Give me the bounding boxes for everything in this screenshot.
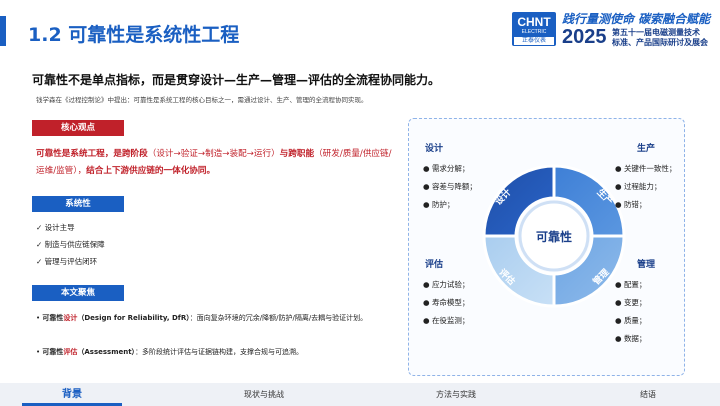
- conference-line-1: 第五十一届电磁测量技术: [612, 28, 700, 37]
- quote-text: 钱学森在《过程控制论》中提出：可靠性是系统工程的核心目标之一，需通过设计、生产、…: [36, 96, 368, 104]
- quad-item: ● 防护；: [423, 200, 455, 209]
- quad-item: ● 寿命模型；: [423, 298, 470, 307]
- title-accent-bar: [0, 16, 6, 46]
- quad-item: ● 变更；: [615, 298, 647, 307]
- systemic-tag: 系统性: [32, 196, 124, 212]
- quad-item: ● 防错；: [615, 200, 647, 209]
- focus-rest: ：面向复杂环境的冗余/降额/防护/隔离/去耦与验证计划。: [189, 314, 368, 322]
- focus-english: （Design for Reliability, DfR）: [77, 314, 190, 322]
- conference-year: 2025: [562, 26, 607, 48]
- focus-tag: 本文聚焦: [32, 285, 124, 301]
- core-part-1: 可靠性是系统工程，是跨阶段: [36, 149, 148, 159]
- tab-methods-practice[interactable]: 方法与实践: [396, 383, 516, 406]
- focus-prefix: 可靠性: [42, 348, 64, 356]
- quad-item: ● 关键件一致性；: [615, 164, 677, 173]
- chnt-logo: CHNT ELECTRIC 正泰仪表: [512, 12, 556, 46]
- quad-item: ● 质量；: [615, 316, 647, 325]
- logo-subtext: ELECTRIC: [521, 29, 547, 35]
- core-part-3: 与跨职能: [279, 149, 315, 159]
- conference-slogan: 践行量测使命 碳索融合赋能: [562, 12, 711, 26]
- quad-item: ● 需求分解；: [423, 164, 470, 173]
- title-bar: 1.2 可靠性是系统性工程: [0, 14, 480, 50]
- logo-text: CHNT: [517, 15, 551, 29]
- focus-line-design: • 可靠性设计（Design for Reliability, DfR）：面向复…: [36, 314, 368, 322]
- quad-title-production: 生产: [637, 144, 656, 154]
- focus-line-assessment: • 可靠性评估（Assessment）：多阶段统计评估与证据链构建，支撑合规与可…: [36, 348, 304, 356]
- focus-english: （Assessment）: [77, 348, 136, 356]
- systemic-item: ✓ 设计主导: [36, 223, 75, 232]
- quad-item: ● 在役监测；: [423, 316, 470, 325]
- tab-conclusion[interactable]: 结语: [588, 383, 708, 406]
- focus-rest: ：多阶段统计评估与证据链构建，支撑合规与可追溯。: [135, 348, 304, 356]
- quad-item: ● 数据；: [615, 334, 647, 343]
- systemic-item: ✓ 制造与供应链保障: [36, 240, 105, 249]
- quad-title-management: 管理: [637, 260, 656, 270]
- page-title: 1.2 可靠性是系统性工程: [28, 24, 240, 46]
- core-view-tag: 核心观点: [32, 120, 124, 136]
- quad-item: ● 配置；: [615, 280, 647, 289]
- core-part-2: （设计→验证→制造→装配→运行）: [147, 149, 280, 159]
- section-tabs: 背景 现状与挑战 方法与实践 结语: [0, 383, 720, 406]
- core-part-5: 结合上下游供应链的一体化协同。: [86, 166, 216, 176]
- focus-prefix: 可靠性: [42, 314, 64, 322]
- center-label: 可靠性: [536, 229, 572, 244]
- quad-item: ● 过程能力；: [615, 182, 662, 191]
- systemic-item: ✓ 管理与评估闭环: [36, 257, 98, 266]
- quad-title-evaluation: 评估: [425, 260, 444, 270]
- core-view-text: 可靠性是系统工程，是跨阶段（设计→验证→制造→装配→运行）与跨职能（研发/质量/…: [36, 146, 398, 180]
- quad-item: ● 容差与降额；: [423, 182, 477, 191]
- conference-line-2: 标准、产品国际研讨及展会: [612, 38, 708, 47]
- focus-highlight: 设计: [63, 314, 78, 322]
- tab-status-challenges[interactable]: 现状与挑战: [204, 383, 324, 406]
- focus-highlight: 评估: [63, 348, 78, 356]
- conference-name: 第五十一届电磁测量技术 标准、产品国际研讨及展会: [612, 28, 716, 48]
- reliability-diagram: 可靠性 设计 生产 管理 评估 设计 ● 需求分解； ● 容差与降额； ● 防护…: [408, 118, 685, 376]
- lead-statement: 可靠性不是单点指标，而是贯穿设计—生产—管理—评估的全流程协同能力。: [32, 73, 441, 87]
- quad-title-design: 设计: [425, 144, 444, 154]
- logo-brand: 正泰仪表: [514, 37, 554, 45]
- quad-item: ● 应力试验；: [423, 280, 470, 289]
